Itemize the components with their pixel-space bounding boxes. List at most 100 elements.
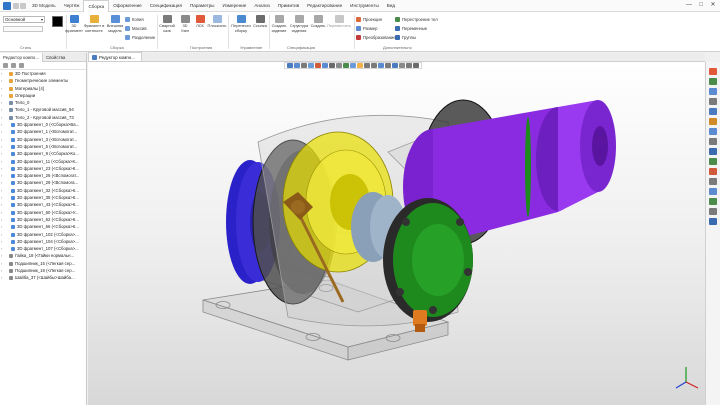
minimize-button[interactable]: — xyxy=(684,1,694,10)
menu-tab[interactable]: Инструменты xyxy=(346,0,383,12)
expand-toggle-icon[interactable]: › xyxy=(1,274,2,281)
expand-toggle-icon[interactable]: › xyxy=(1,267,2,274)
style-combo[interactable]: Основной ▾ xyxy=(3,16,45,23)
tree-item[interactable]: › 3D фрагмент_29 (<Вспомога... xyxy=(0,179,86,186)
rail-tool-icon[interactable] xyxy=(709,178,717,185)
expand-toggle-icon[interactable]: › xyxy=(1,85,2,92)
expand-toggle-icon[interactable]: › xyxy=(1,216,2,223)
rail-tool-icon[interactable] xyxy=(709,158,717,165)
groups-button[interactable]: Группы xyxy=(395,35,416,40)
rail-tool-icon[interactable] xyxy=(709,128,717,135)
view-tool-icon[interactable] xyxy=(406,63,412,68)
variables-button[interactable]: Переменные xyxy=(395,26,427,31)
rail-tool-icon[interactable] xyxy=(709,78,717,85)
tree-item[interactable]: › 3D фрагмент_26 (<Вспомогат... xyxy=(0,172,86,179)
tree-item[interactable]: › 3D фрагмент_66 (<Сборка>К... xyxy=(0,223,86,230)
rail-tool-icon[interactable] xyxy=(709,118,717,125)
lsk-button[interactable]: ЛСК xyxy=(194,15,206,29)
view-tool-icon[interactable] xyxy=(301,63,307,68)
menu-tab[interactable]: Чертёж xyxy=(60,0,84,12)
menu-tab[interactable]: Примитив xyxy=(274,0,303,12)
close-button[interactable]: ✕ xyxy=(708,1,718,10)
menu-tab[interactable]: Редактирование xyxy=(303,0,346,12)
tree-item[interactable]: › Гайка_18 (<Гайки нормальн... xyxy=(0,252,86,259)
expand-toggle-icon[interactable]: › xyxy=(1,99,2,106)
expand-toggle-icon[interactable]: › xyxy=(1,106,2,113)
tree-item[interactable]: › 3D фрагмент_0 (<Сборка>Ва... xyxy=(0,121,86,128)
view-tool-icon[interactable] xyxy=(336,63,342,68)
filter-icon[interactable] xyxy=(3,63,8,68)
create-item-button[interactable]: Создать изделие xyxy=(270,15,288,33)
external-model-button[interactable]: Внешняя модель xyxy=(106,15,124,33)
recompute-button[interactable]: Перестроение тел xyxy=(395,17,438,22)
tree-item[interactable]: › 3D фрагмент_102 (<Сборка>... xyxy=(0,231,86,238)
rail-tool-icon[interactable] xyxy=(709,98,717,105)
expand-toggle-icon[interactable]: › xyxy=(1,158,2,165)
expand-toggle-icon[interactable]: › xyxy=(1,223,2,230)
expand-toggle-icon[interactable]: › xyxy=(1,260,2,267)
rail-tool-icon[interactable] xyxy=(709,108,717,115)
menu-tab[interactable]: Измерение xyxy=(218,0,250,12)
tree-item[interactable]: › 3D фрагмент_43 (<Сборка>К... xyxy=(0,201,86,208)
expand-toggle-icon[interactable]: › xyxy=(1,238,2,245)
expand-toggle-icon[interactable]: › xyxy=(1,150,2,157)
menu-tab[interactable]: Параметры xyxy=(186,0,219,12)
tree-item[interactable]: › 3D фрагмент_23 (<Сборка>К... xyxy=(0,165,86,172)
tree-item[interactable]: › Геометрические элементы xyxy=(0,77,86,84)
array-button[interactable]: Массив xyxy=(125,26,147,31)
expand-toggle-icon[interactable]: › xyxy=(1,245,2,252)
document-tab[interactable]: Редуктор компн... xyxy=(88,52,142,61)
menu-tab[interactable]: 3D Модель xyxy=(28,0,60,12)
save-icon[interactable] xyxy=(13,3,19,9)
tree-item[interactable]: › Тело_2 - Круговой массив_73 xyxy=(0,114,86,121)
menu-tab[interactable]: Оформление xyxy=(109,0,146,12)
view-tool-icon[interactable] xyxy=(329,63,335,68)
expand-toggle-icon[interactable]: › xyxy=(1,172,2,179)
expand-toggle-icon[interactable]: › xyxy=(1,136,2,143)
transform-button[interactable]: Преобразование xyxy=(356,35,396,40)
expand-icon[interactable] xyxy=(11,63,16,68)
view-tool-icon[interactable] xyxy=(364,63,370,68)
expand-toggle-icon[interactable]: › xyxy=(1,128,2,135)
tree-item[interactable]: › 3D фрагмент_104 (<Сборка>... xyxy=(0,238,86,245)
expand-toggle-icon[interactable]: › xyxy=(1,70,2,77)
tree-item[interactable]: › Операции xyxy=(0,92,86,99)
maximize-button[interactable]: □ xyxy=(696,1,706,10)
expand-toggle-icon[interactable]: › xyxy=(1,194,2,201)
rail-tool-icon[interactable] xyxy=(709,88,717,95)
rail-tool-icon[interactable] xyxy=(709,148,717,155)
view-tool-icon[interactable] xyxy=(371,63,377,68)
expand-toggle-icon[interactable]: › xyxy=(1,165,2,172)
view-tool-icon[interactable] xyxy=(413,63,419,68)
fragment-context-button[interactable]: Фрагмент в контексте xyxy=(84,15,104,33)
expand-toggle-icon[interactable]: › xyxy=(1,209,2,216)
collapse-icon[interactable] xyxy=(19,63,24,68)
split-button[interactable]: Разделение xyxy=(125,35,155,40)
tree-item[interactable]: › 3D фрагмент_107 (<Сборка>... xyxy=(0,245,86,252)
view-tool-icon[interactable] xyxy=(385,63,391,68)
tab-component-editor[interactable]: Редактор компо... xyxy=(0,53,44,62)
tree-item[interactable]: › 3D фрагмент_62 (<Сборка>К... xyxy=(0,216,86,223)
view-tool-icon[interactable] xyxy=(315,63,321,68)
move-assembly-button[interactable]: Перенести сборку xyxy=(230,15,252,33)
tree-item[interactable]: › Материалы [4] xyxy=(0,85,86,92)
expand-toggle-icon[interactable]: › xyxy=(1,92,2,99)
view-tool-icon[interactable] xyxy=(378,63,384,68)
link-button[interactable]: Ссылка xyxy=(253,15,267,29)
view-tool-icon[interactable] xyxy=(399,63,405,68)
3d-viewport[interactable] xyxy=(88,62,705,405)
rail-tool-icon[interactable] xyxy=(709,168,717,175)
tree-item[interactable]: › 3D фрагмент_3 (<Вспомогат... xyxy=(0,136,86,143)
view-tool-icon[interactable] xyxy=(294,63,300,68)
view-tool-icon[interactable] xyxy=(357,63,363,68)
weld-button[interactable]: Сварной шов xyxy=(157,15,177,33)
rail-tool-icon[interactable] xyxy=(709,198,717,205)
menu-tab[interactable]: Вид xyxy=(383,0,399,12)
expand-toggle-icon[interactable]: › xyxy=(1,187,2,194)
projection-button[interactable]: Проекция xyxy=(356,17,382,22)
rearrange-button[interactable]: Переместить xyxy=(327,15,351,29)
rail-tool-icon[interactable] xyxy=(709,218,717,225)
expand-toggle-icon[interactable]: › xyxy=(1,121,2,128)
rail-tool-icon[interactable] xyxy=(709,68,717,75)
menu-tab[interactable]: Сборка xyxy=(83,0,110,12)
